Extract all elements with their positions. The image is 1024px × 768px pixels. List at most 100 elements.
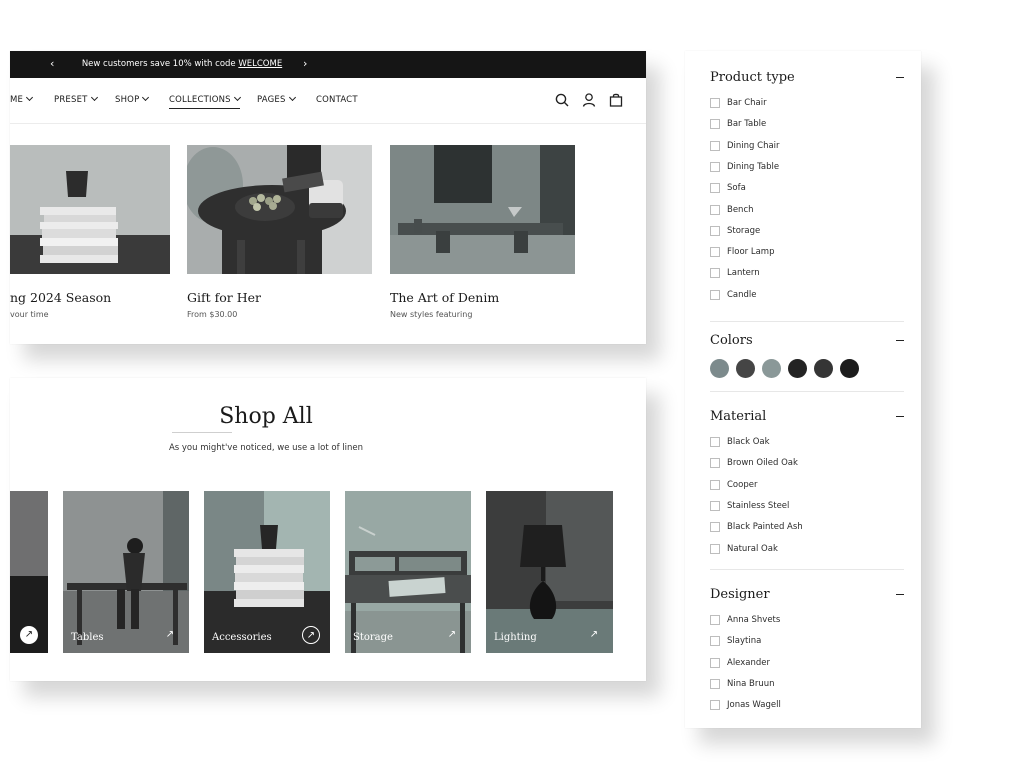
checkbox-label: Alexander (727, 657, 771, 668)
nav-item-contact[interactable]: CONTACT (316, 95, 358, 105)
checkbox-label: Slaytina (727, 636, 762, 647)
checkbox[interactable] (710, 522, 720, 533)
nav-item-home[interactable]: ME (10, 93, 34, 105)
color-swatch[interactable] (762, 359, 781, 378)
featured-image-season[interactable] (10, 145, 170, 274)
announcement-next-arrow[interactable]: › (303, 57, 307, 71)
color-swatch[interactable] (788, 359, 807, 378)
checkbox[interactable] (710, 678, 720, 689)
checkbox-label: Storage (727, 225, 761, 236)
divider (710, 391, 904, 392)
tile-label: Storage (353, 632, 393, 643)
collapse-material-icon[interactable] (896, 416, 904, 418)
arrow-up-right-icon[interactable]: ↗ (443, 626, 461, 644)
account-icon[interactable] (581, 92, 597, 108)
nav-item-label: COLLECTIONS (169, 95, 231, 105)
featured-image-denim[interactable] (390, 145, 575, 274)
collapse-product-type-icon[interactable] (896, 77, 904, 79)
checkbox[interactable] (710, 183, 720, 194)
shop-all-title: Shop All (219, 404, 313, 429)
featured-subtitle-gift: From $30.00 (187, 310, 238, 319)
featured-title-denim[interactable]: The Art of Denim (390, 290, 499, 305)
checkbox-label: Stainless Steel (727, 500, 790, 511)
checkbox-label: Floor Lamp (727, 247, 775, 258)
checkbox-label: Bar Table (727, 119, 767, 130)
checkbox[interactable] (710, 458, 720, 469)
arrow-up-right-icon[interactable]: ↗ (302, 626, 320, 644)
checkbox-label: Bench (727, 204, 754, 215)
arrow-up-right-icon[interactable]: ↗ (20, 626, 38, 644)
collapse-colors-icon[interactable] (896, 340, 904, 342)
checkbox-label: Nina Bruun (727, 678, 775, 689)
filter-heading-colors[interactable]: Colors (710, 333, 753, 348)
checkbox[interactable] (710, 204, 720, 215)
cart-icon[interactable] (608, 92, 624, 108)
checkbox[interactable] (710, 119, 720, 130)
checkbox-label: Black Oak (727, 437, 770, 447)
color-swatch[interactable] (840, 359, 859, 378)
checkbox[interactable] (710, 636, 720, 647)
checkbox-label: Candle (727, 289, 757, 300)
announcement-text: New customers save 10% with code (81, 59, 239, 69)
featured-title-gift[interactable]: Gift for Her (187, 290, 261, 305)
checkbox[interactable] (710, 247, 720, 258)
featured-subtitle-season: vour time (10, 310, 49, 319)
checkbox-label: Black Painted Ash (727, 522, 803, 533)
promo-code[interactable]: WELCOME (238, 59, 282, 69)
collapse-designer-icon[interactable] (896, 594, 904, 596)
nav-item-preset[interactable]: PRESET (54, 93, 98, 105)
checkbox[interactable] (710, 98, 720, 108)
nav-item-label: CONTACT (316, 95, 358, 105)
search-icon[interactable] (554, 92, 570, 108)
checkbox[interactable] (710, 225, 720, 236)
checkbox[interactable] (710, 543, 720, 554)
divider (710, 321, 904, 322)
checkbox[interactable] (710, 289, 720, 300)
checkbox[interactable] (710, 500, 720, 511)
nav-item-label: SHOP (115, 95, 140, 105)
checkbox[interactable] (710, 479, 720, 490)
nav-item-pages[interactable]: PAGES (257, 93, 296, 105)
filter-panel: Product type Bar Chair Bar Table Dining Ch… (685, 51, 921, 728)
chevron-down-icon (90, 93, 98, 102)
tile-label: Tables (71, 632, 104, 643)
checkbox[interactable] (710, 268, 720, 279)
category-tile-cropped[interactable]: ↗ (10, 491, 48, 653)
checkbox-label: Anna Shvets (727, 615, 781, 625)
featured-image-gift[interactable] (187, 145, 372, 274)
checkbox[interactable] (710, 700, 720, 711)
color-swatch[interactable] (814, 359, 833, 378)
checkbox[interactable] (710, 657, 720, 668)
arrow-up-right-icon[interactable]: ↗ (161, 626, 179, 644)
category-tile-lighting[interactable]: Lighting ↗ (486, 491, 613, 653)
category-tile-accessories[interactable]: Accessories ↗ (204, 491, 330, 653)
checkbox[interactable] (710, 437, 720, 447)
nav-item-label: ME (10, 95, 24, 105)
featured-subtitle-denim: New styles featuring (390, 310, 473, 319)
color-swatch[interactable] (710, 359, 729, 378)
title-underline (172, 432, 232, 433)
filter-heading-product-type[interactable]: Product type (710, 70, 795, 85)
nav-item-shop[interactable]: SHOP (115, 93, 150, 105)
featured-title-season[interactable]: ng 2024 Season (10, 290, 111, 305)
color-swatch[interactable] (736, 359, 755, 378)
checkbox-label: Cooper (727, 479, 758, 490)
nav-item-collections[interactable]: COLLECTIONS (169, 93, 241, 109)
arrow-up-right-icon[interactable]: ↗ (585, 626, 603, 644)
chevron-down-icon (233, 93, 241, 102)
filter-heading-designer[interactable]: Designer (710, 587, 770, 602)
checkbox-label: Brown Oiled Oak (727, 458, 798, 469)
checkbox[interactable] (710, 140, 720, 151)
chevron-down-icon (288, 93, 296, 102)
checkbox-label: Natural Oak (727, 543, 778, 554)
checkbox-label: Jonas Wagell (727, 700, 781, 711)
chevron-down-icon (26, 93, 34, 102)
announcement-bar: ‹ New customers save 10% with code WELCO… (10, 51, 646, 78)
nav-item-label: PAGES (257, 95, 286, 105)
checkbox[interactable] (710, 615, 720, 625)
checkbox-label: Bar Chair (727, 98, 767, 108)
checkbox[interactable] (710, 161, 720, 172)
filter-heading-material[interactable]: Material (710, 409, 766, 424)
category-tile-storage[interactable]: Storage ↗ (345, 491, 471, 653)
category-tile-tables[interactable]: Tables ↗ (63, 491, 189, 653)
